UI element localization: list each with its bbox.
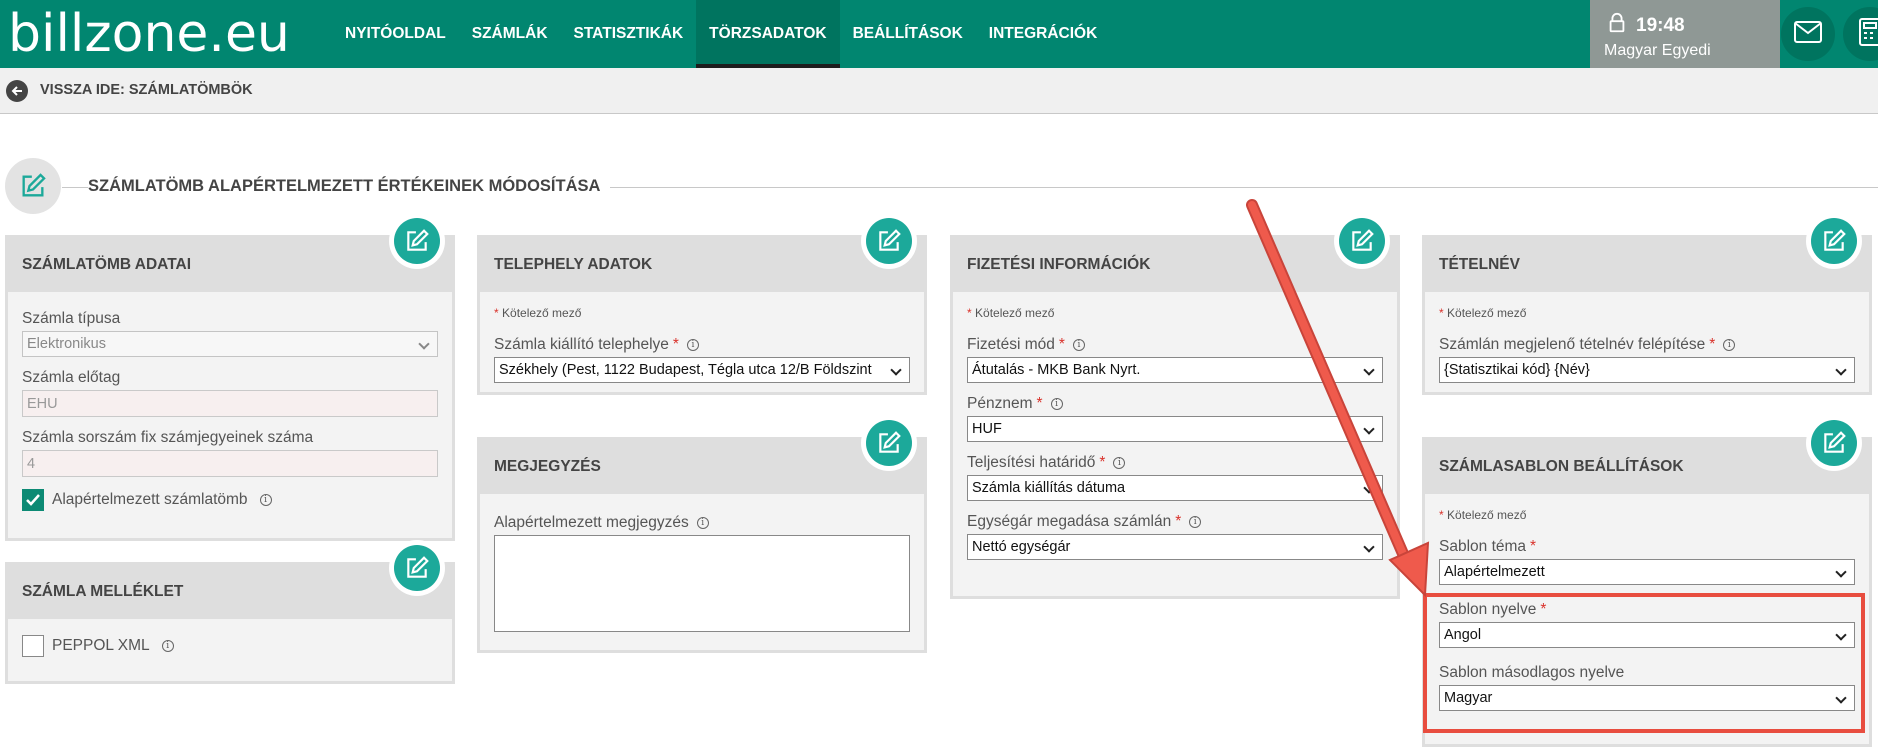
due-date-select[interactable]: Számla kiállítás dátuma (967, 475, 1383, 501)
edit-button[interactable] (389, 540, 445, 596)
card-title: SZÁMLASABLON BEÁLLÍTÁSOK (1425, 440, 1869, 494)
page-title: SZÁMLATÖMB ALAPÉRTELMEZETT ÉRTÉKEINEK MÓ… (88, 177, 611, 196)
card-megjegyzes: MEGJEGYZÉS Alapértelmezett megjegyzés i (477, 415, 927, 653)
nav-item-beallitasok[interactable]: BEÁLLÍTÁSOK (840, 0, 976, 68)
nav-item-torzsadatok[interactable]: TÖRZSADATOK (696, 0, 840, 68)
info-icon[interactable]: i (1189, 516, 1202, 528)
messages-button[interactable] (1781, 7, 1835, 61)
card-tetelnev: TÉTELNÉV * Kötelező mező Számlán megjele… (1422, 213, 1872, 395)
edit-button[interactable] (861, 415, 917, 471)
envelope-icon (1794, 20, 1822, 48)
edit-icon (1824, 229, 1846, 251)
calculator-icon (1859, 17, 1878, 51)
edit-icon (1352, 229, 1374, 251)
edit-button[interactable] (861, 213, 917, 269)
edit-icon (879, 431, 901, 453)
field-label: Teljesítési határidő (967, 454, 1096, 471)
invoice-type-select: Elektronikus (22, 331, 438, 357)
site-select[interactable]: Székhely (Pest, 1122 Budapest, Tégla utc… (494, 357, 910, 383)
field-label: Alapértelmezett megjegyzés (494, 514, 689, 531)
edit-button[interactable] (1806, 415, 1862, 471)
field-label: Számla sorszám fix számjegyeinek száma (22, 429, 314, 446)
info-icon[interactable]: i (161, 640, 174, 652)
info-icon[interactable]: i (696, 517, 709, 529)
required-note: Kötelező mező (1447, 508, 1527, 522)
session-time: 19:48 (1636, 15, 1685, 36)
user-name: Magyar Egyedi (1604, 42, 1711, 59)
required-note: Kötelező mező (502, 306, 582, 320)
field-label: Számla típusa (22, 310, 121, 327)
item-name-structure-select[interactable]: {Statisztikai kód} {Név} (1439, 357, 1855, 383)
edit-button[interactable] (389, 213, 445, 269)
sub-bar: VISSZA IDE: SZÁMLATÖMBÖK (0, 68, 1878, 114)
field-label: Egységár megadása számlán (967, 513, 1172, 530)
info-icon[interactable]: i (686, 339, 699, 351)
top-bar: billzone.eu NYITÓOLDAL SZÁMLÁK STATISZTI… (0, 0, 1878, 68)
unit-price-select[interactable]: Nettó egységár (967, 534, 1383, 560)
field-label: Számla kiállító telephelye (494, 336, 669, 353)
default-note-textarea[interactable] (494, 535, 910, 632)
field-label: Fizetési mód (967, 336, 1055, 353)
info-icon[interactable]: i (1113, 457, 1126, 469)
session-lock-icon (1606, 12, 1628, 40)
card-title: SZÁMLA MELLÉKLET (8, 565, 452, 619)
brand-logo[interactable]: billzone.eu (8, 4, 290, 64)
main-nav: NYITÓOLDAL SZÁMLÁK STATISZTIKÁK TÖRZSADA… (332, 0, 1110, 68)
default-block-checkbox[interactable] (22, 489, 44, 511)
default-block-label: Alapértelmezett számlatömb (52, 491, 248, 508)
user-box[interactable]: 19:48 Magyar Egyedi (1590, 0, 1780, 68)
nav-item-integraciok[interactable]: INTEGRÁCIÓK (976, 0, 1111, 68)
nav-item-szamlak[interactable]: SZÁMLÁK (459, 0, 561, 68)
calculator-button[interactable] (1843, 7, 1878, 61)
card-telephely-adatok: TELEPHELY ADATOK * Kötelező mező Számla … (477, 213, 927, 395)
invoice-prefix-input: EHU (22, 390, 438, 417)
info-icon[interactable]: i (1723, 339, 1736, 351)
edit-icon (407, 556, 429, 578)
card-title: FIZETÉSI INFORMÁCIÓK (953, 238, 1397, 292)
peppol-xml-label: PEPPOL XML (52, 637, 150, 654)
edit-button[interactable] (1334, 213, 1390, 269)
nav-item-nyitooldal[interactable]: NYITÓOLDAL (332, 0, 459, 68)
edit-icon (879, 229, 901, 251)
card-title: SZÁMLATÖMB ADATAI (8, 238, 452, 292)
payment-method-select[interactable]: Átutalás - MKB Bank Nyrt. (967, 357, 1383, 383)
field-label: Számlán megjelenő tételnév felépítése (1439, 336, 1706, 353)
card-title: TÉTELNÉV (1425, 238, 1869, 292)
info-icon[interactable]: i (259, 494, 272, 506)
page-edit-icon (5, 158, 61, 214)
required-note: Kötelező mező (1447, 306, 1527, 320)
edit-icon (407, 229, 429, 251)
info-icon[interactable]: i (1072, 339, 1085, 351)
peppol-xml-checkbox[interactable] (22, 635, 44, 657)
template-theme-select[interactable]: Alapértelmezett (1439, 559, 1855, 585)
back-link[interactable]: VISSZA IDE: SZÁMLATÖMBÖK (40, 82, 253, 98)
edit-button[interactable] (1806, 213, 1862, 269)
field-label: Számla előtag (22, 369, 121, 386)
card-title: MEGJEGYZÉS (480, 440, 924, 494)
currency-select[interactable]: HUF (967, 416, 1383, 442)
card-szamla-melleklet: SZÁMLA MELLÉKLET PEPPOL XML i (5, 540, 455, 684)
serial-digits-input: 4 (22, 450, 438, 477)
card-szamlatomb-adatai: SZÁMLATÖMB ADATAI Számla típusa Elektron… (5, 213, 455, 541)
back-arrow-icon[interactable] (6, 80, 28, 102)
checkmark-icon (26, 494, 40, 506)
card-fizetesi-informaciok: FIZETÉSI INFORMÁCIÓK * Kötelező mező Fiz… (950, 213, 1400, 599)
card-title: TELEPHELY ADATOK (480, 238, 924, 292)
info-icon[interactable]: i (1050, 398, 1063, 410)
field-label: Pénznem (967, 395, 1033, 412)
required-note: Kötelező mező (975, 306, 1055, 320)
highlight-box (1423, 593, 1865, 733)
field-label: Sablon téma (1439, 538, 1527, 555)
edit-icon (1824, 431, 1846, 453)
nav-item-statisztikak[interactable]: STATISZTIKÁK (561, 0, 697, 68)
